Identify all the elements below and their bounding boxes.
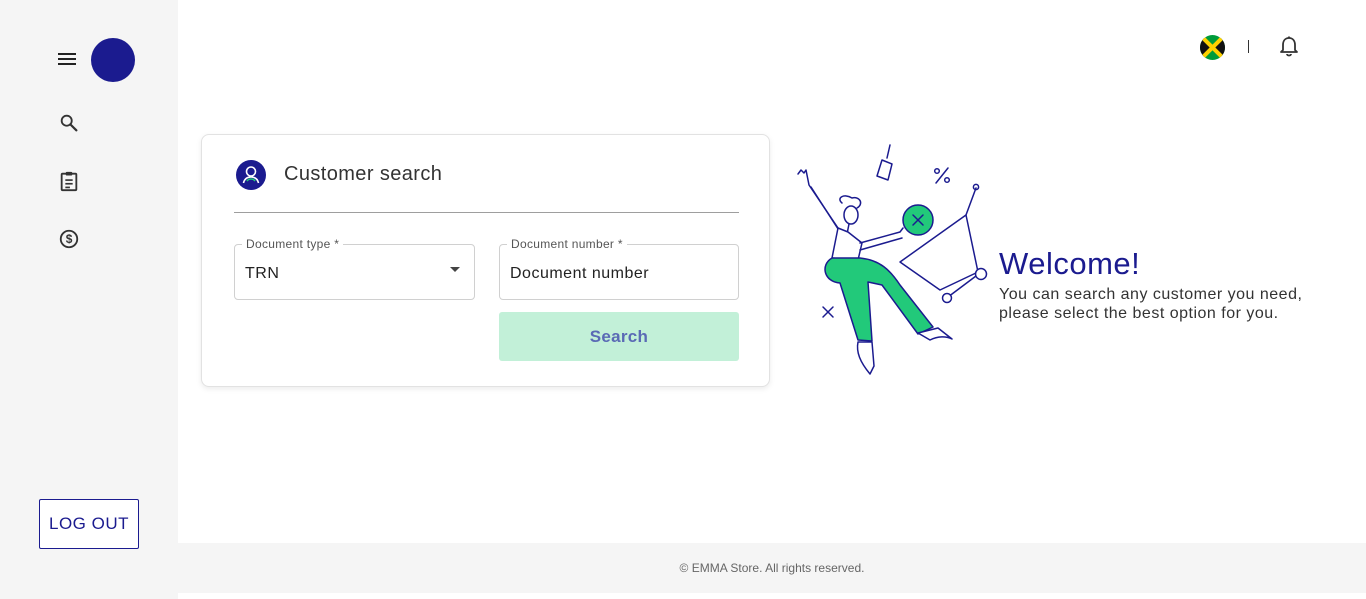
welcome-title: Welcome! — [999, 246, 1141, 281]
user-icon — [236, 160, 266, 190]
search-icon[interactable] — [58, 112, 80, 134]
logout-button[interactable]: LOG OUT — [39, 499, 139, 549]
document-number-input[interactable] — [510, 265, 730, 283]
shopping-illustration — [790, 140, 1000, 385]
document-number-label: Document number * — [507, 237, 627, 251]
document-type-label: Document type * — [242, 237, 344, 251]
clipboard-icon[interactable] — [58, 170, 80, 192]
document-type-value: TRN — [245, 265, 280, 282]
svg-text:$: $ — [66, 232, 73, 246]
document-number-field[interactable]: Document number * — [499, 237, 739, 300]
card-title: Customer search — [284, 163, 443, 185]
customer-search-card: Customer search Document type * TRN Docu… — [201, 134, 770, 387]
avatar[interactable] — [91, 38, 135, 82]
sidebar: $ LOG OUT — [0, 0, 178, 599]
welcome-message: You can search any customer you need, pl… — [999, 285, 1359, 323]
bell-icon[interactable] — [1279, 36, 1299, 58]
topbar-separator — [1248, 40, 1249, 53]
hamburger-icon[interactable] — [56, 50, 78, 68]
dropdown-arrow-icon[interactable] — [450, 267, 460, 272]
search-button[interactable]: Search — [499, 312, 739, 361]
welcome-line-1: You can search any customer you need, — [999, 286, 1303, 303]
jamaica-flag-icon[interactable] — [1200, 35, 1225, 60]
document-type-select[interactable]: Document type * TRN — [234, 237, 475, 300]
divider — [234, 212, 739, 213]
footer: © EMMA Store. All rights reserved. — [178, 543, 1366, 593]
dollar-icon[interactable]: $ — [58, 228, 80, 250]
welcome-line-2: please select the best option for you. — [999, 305, 1279, 322]
footer-copyright: © EMMA Store. All rights reserved. — [679, 561, 865, 575]
